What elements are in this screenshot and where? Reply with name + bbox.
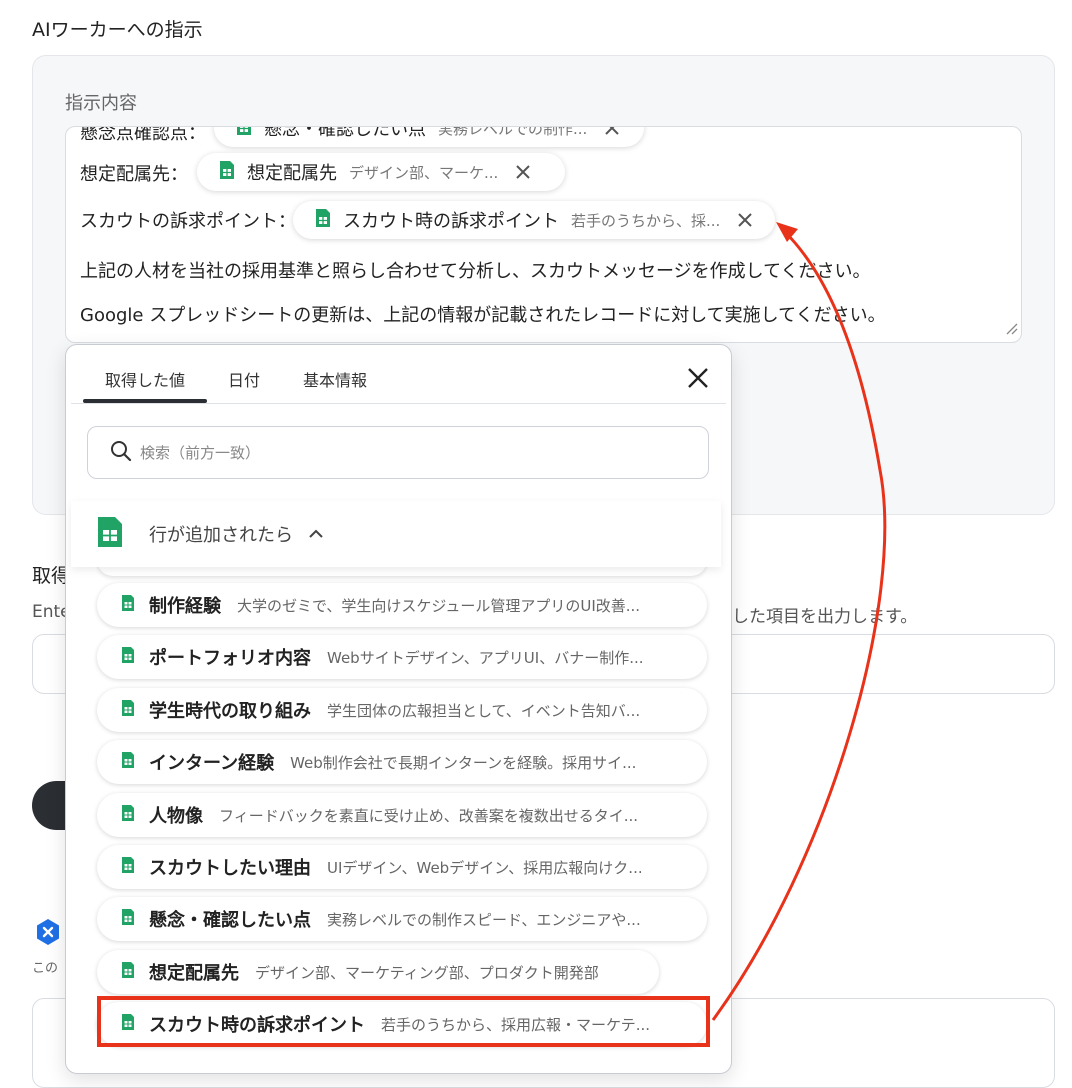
annotation-arrow [711,222,887,1021]
